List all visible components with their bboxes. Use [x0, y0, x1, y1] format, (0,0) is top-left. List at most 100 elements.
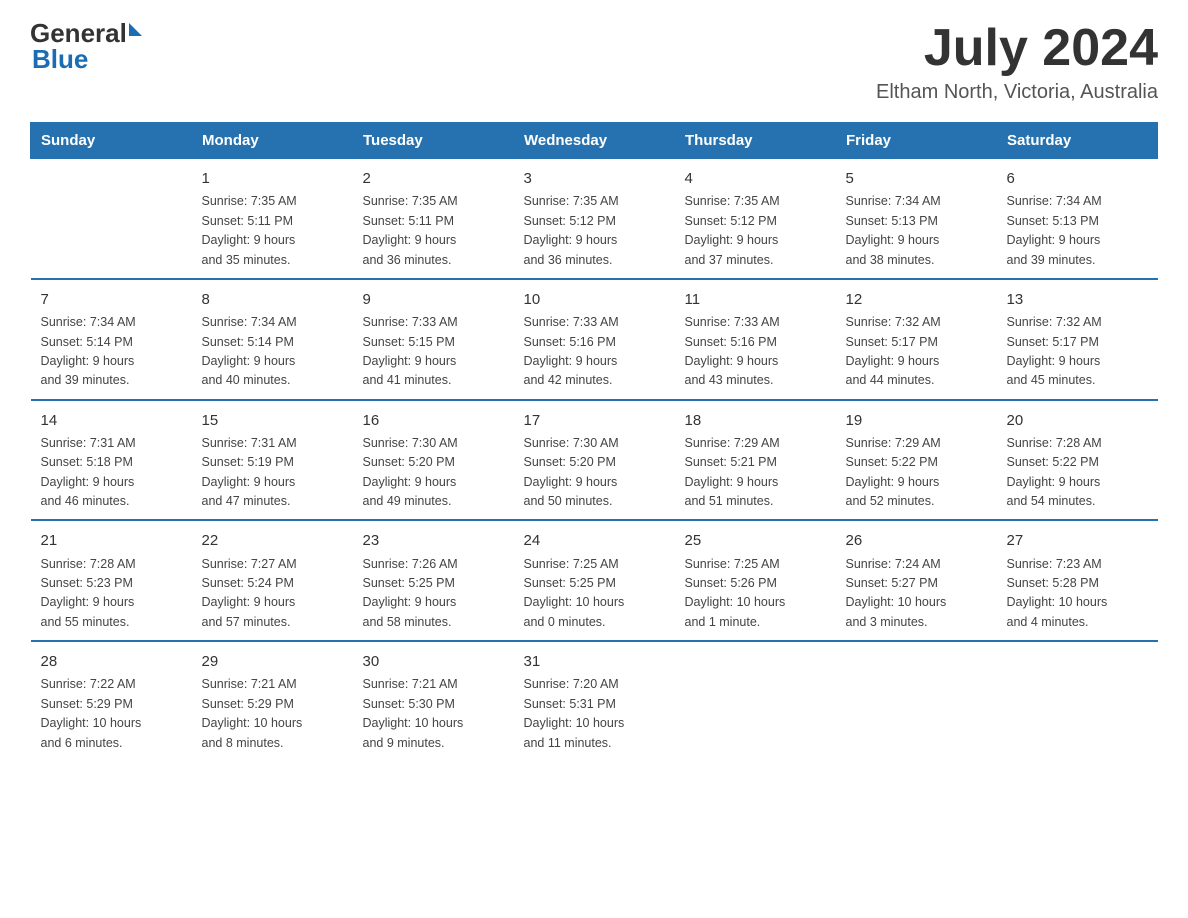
calendar-cell: 13Sunrise: 7:32 AMSunset: 5:17 PMDayligh…	[997, 279, 1158, 400]
day-info: Sunrise: 7:34 AMSunset: 5:14 PMDaylight:…	[41, 313, 182, 391]
day-number: 19	[846, 409, 987, 432]
day-header-friday: Friday	[836, 123, 997, 159]
day-info: Sunrise: 7:29 AMSunset: 5:21 PMDaylight:…	[685, 434, 826, 512]
day-number: 31	[524, 650, 665, 673]
day-info: Sunrise: 7:21 AMSunset: 5:30 PMDaylight:…	[363, 675, 504, 753]
day-info: Sunrise: 7:35 AMSunset: 5:11 PMDaylight:…	[202, 192, 343, 270]
calendar-cell: 3Sunrise: 7:35 AMSunset: 5:12 PMDaylight…	[514, 159, 675, 279]
page-header: General Blue July 2024 Eltham North, Vic…	[30, 20, 1158, 104]
day-info: Sunrise: 7:34 AMSunset: 5:13 PMDaylight:…	[846, 192, 987, 270]
calendar-cell: 21Sunrise: 7:28 AMSunset: 5:23 PMDayligh…	[31, 520, 192, 641]
day-info: Sunrise: 7:33 AMSunset: 5:16 PMDaylight:…	[524, 313, 665, 391]
calendar-cell: 18Sunrise: 7:29 AMSunset: 5:21 PMDayligh…	[675, 400, 836, 521]
day-header-thursday: Thursday	[675, 123, 836, 159]
day-number: 3	[524, 167, 665, 190]
calendar-cell: 28Sunrise: 7:22 AMSunset: 5:29 PMDayligh…	[31, 641, 192, 761]
day-number: 27	[1007, 529, 1148, 552]
day-info: Sunrise: 7:30 AMSunset: 5:20 PMDaylight:…	[363, 434, 504, 512]
day-number: 4	[685, 167, 826, 190]
day-info: Sunrise: 7:27 AMSunset: 5:24 PMDaylight:…	[202, 555, 343, 633]
day-number: 16	[363, 409, 504, 432]
day-number: 24	[524, 529, 665, 552]
calendar-cell: 5Sunrise: 7:34 AMSunset: 5:13 PMDaylight…	[836, 159, 997, 279]
day-info: Sunrise: 7:29 AMSunset: 5:22 PMDaylight:…	[846, 434, 987, 512]
day-number: 6	[1007, 167, 1148, 190]
day-number: 29	[202, 650, 343, 673]
day-info: Sunrise: 7:24 AMSunset: 5:27 PMDaylight:…	[846, 555, 987, 633]
month-title: July 2024	[876, 20, 1158, 77]
day-info: Sunrise: 7:35 AMSunset: 5:11 PMDaylight:…	[363, 192, 504, 270]
calendar-cell: 22 Sunrise: 7:27 AMSunset: 5:24 PMDayligh…	[192, 520, 353, 641]
calendar-cell: 25 Sunrise: 7:25 AMSunset: 5:26 PMDayligh…	[675, 520, 836, 641]
logo: General Blue	[30, 20, 142, 73]
calendar-cell: 8Sunrise: 7:34 AMSunset: 5:14 PMDaylight…	[192, 279, 353, 400]
day-number: 8	[202, 288, 343, 311]
day-number: 18	[685, 409, 826, 432]
calendar-cell: 23Sunrise: 7:26 AMSunset: 5:25 PMDayligh…	[353, 520, 514, 641]
day-info: Sunrise: 7:32 AMSunset: 5:17 PMDaylight:…	[1007, 313, 1148, 391]
day-number: 28	[41, 650, 182, 673]
day-info: Sunrise: 7:22 AMSunset: 5:29 PMDaylight:…	[41, 675, 182, 753]
day-info: Sunrise: 7:35 AMSunset: 5:12 PMDaylight:…	[685, 192, 826, 270]
calendar-cell: 12Sunrise: 7:32 AMSunset: 5:17 PMDayligh…	[836, 279, 997, 400]
day-number: 23	[363, 529, 504, 552]
week-row: 14Sunrise: 7:31 AMSunset: 5:18 PMDayligh…	[31, 400, 1158, 521]
day-header-saturday: Saturday	[997, 123, 1158, 159]
day-number: 9	[363, 288, 504, 311]
day-info: Sunrise: 7:34 AMSunset: 5:13 PMDaylight:…	[1007, 192, 1148, 270]
calendar-cell: 2Sunrise: 7:35 AMSunset: 5:11 PMDaylight…	[353, 159, 514, 279]
day-info: Sunrise: 7:25 AMSunset: 5:26 PMDaylight:…	[685, 555, 826, 633]
location-title: Eltham North, Victoria, Australia	[876, 81, 1158, 104]
day-number: 22	[202, 529, 343, 552]
day-info: Sunrise: 7:21 AMSunset: 5:29 PMDaylight:…	[202, 675, 343, 753]
day-number: 5	[846, 167, 987, 190]
day-info: Sunrise: 7:28 AMSunset: 5:22 PMDaylight:…	[1007, 434, 1148, 512]
week-row: 7Sunrise: 7:34 AMSunset: 5:14 PMDaylight…	[31, 279, 1158, 400]
day-number: 15	[202, 409, 343, 432]
calendar-cell: 9Sunrise: 7:33 AMSunset: 5:15 PMDaylight…	[353, 279, 514, 400]
day-number: 1	[202, 167, 343, 190]
day-info: Sunrise: 7:25 AMSunset: 5:25 PMDaylight:…	[524, 555, 665, 633]
day-number: 12	[846, 288, 987, 311]
day-number: 11	[685, 288, 826, 311]
day-header-monday: Monday	[192, 123, 353, 159]
day-info: Sunrise: 7:20 AMSunset: 5:31 PMDaylight:…	[524, 675, 665, 753]
day-number: 17	[524, 409, 665, 432]
calendar-cell: 29Sunrise: 7:21 AMSunset: 5:29 PMDayligh…	[192, 641, 353, 761]
day-info: Sunrise: 7:31 AMSunset: 5:18 PMDaylight:…	[41, 434, 182, 512]
week-row: 1Sunrise: 7:35 AMSunset: 5:11 PMDaylight…	[31, 159, 1158, 279]
day-info: Sunrise: 7:23 AMSunset: 5:28 PMDaylight:…	[1007, 555, 1148, 633]
calendar-header-row: SundayMondayTuesdayWednesdayThursdayFrid…	[31, 123, 1158, 159]
calendar-cell: 7Sunrise: 7:34 AMSunset: 5:14 PMDaylight…	[31, 279, 192, 400]
calendar-cell: 17Sunrise: 7:30 AMSunset: 5:20 PMDayligh…	[514, 400, 675, 521]
calendar-cell: 6Sunrise: 7:34 AMSunset: 5:13 PMDaylight…	[997, 159, 1158, 279]
day-number: 26	[846, 529, 987, 552]
day-header-tuesday: Tuesday	[353, 123, 514, 159]
day-number: 25	[685, 529, 826, 552]
calendar-cell: 16Sunrise: 7:30 AMSunset: 5:20 PMDayligh…	[353, 400, 514, 521]
day-number: 14	[41, 409, 182, 432]
day-number: 10	[524, 288, 665, 311]
day-header-sunday: Sunday	[31, 123, 192, 159]
calendar-cell: 19Sunrise: 7:29 AMSunset: 5:22 PMDayligh…	[836, 400, 997, 521]
day-info: Sunrise: 7:34 AMSunset: 5:14 PMDaylight:…	[202, 313, 343, 391]
calendar-cell: 27 Sunrise: 7:23 AMSunset: 5:28 PMDayligh…	[997, 520, 1158, 641]
title-block: July 2024 Eltham North, Victoria, Austra…	[876, 20, 1158, 104]
day-number: 7	[41, 288, 182, 311]
week-row: 21Sunrise: 7:28 AMSunset: 5:23 PMDayligh…	[31, 520, 1158, 641]
day-info: Sunrise: 7:32 AMSunset: 5:17 PMDaylight:…	[846, 313, 987, 391]
calendar-cell: 10Sunrise: 7:33 AMSunset: 5:16 PMDayligh…	[514, 279, 675, 400]
calendar-cell	[997, 641, 1158, 761]
calendar-cell: 1Sunrise: 7:35 AMSunset: 5:11 PMDaylight…	[192, 159, 353, 279]
calendar-cell: 14Sunrise: 7:31 AMSunset: 5:18 PMDayligh…	[31, 400, 192, 521]
day-number: 13	[1007, 288, 1148, 311]
day-info: Sunrise: 7:35 AMSunset: 5:12 PMDaylight:…	[524, 192, 665, 270]
day-number: 30	[363, 650, 504, 673]
calendar-table: SundayMondayTuesdayWednesdayThursdayFrid…	[30, 122, 1158, 761]
calendar-cell: 30Sunrise: 7:21 AMSunset: 5:30 PMDayligh…	[353, 641, 514, 761]
day-info: Sunrise: 7:33 AMSunset: 5:16 PMDaylight:…	[685, 313, 826, 391]
logo-blue: Blue	[32, 44, 88, 74]
calendar-cell	[836, 641, 997, 761]
day-number: 21	[41, 529, 182, 552]
calendar-cell: 20Sunrise: 7:28 AMSunset: 5:22 PMDayligh…	[997, 400, 1158, 521]
